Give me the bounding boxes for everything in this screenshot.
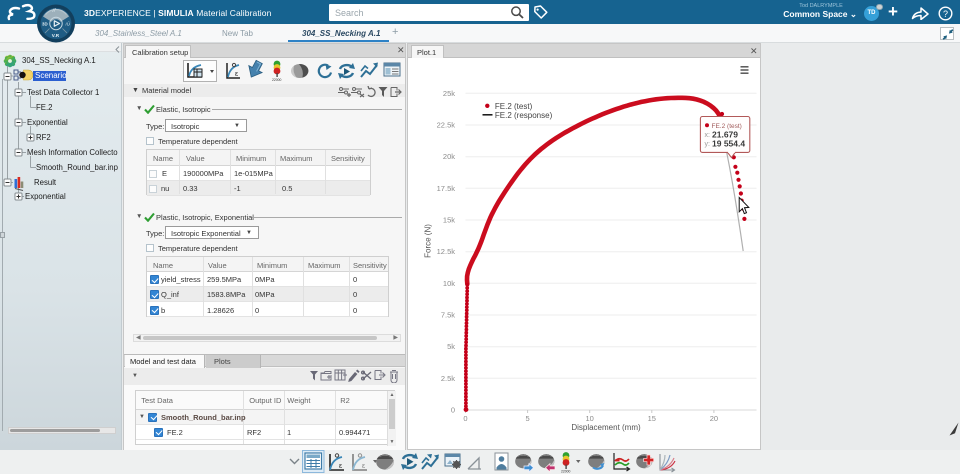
- svg-text:FE.2 (test): FE.2 (test): [495, 102, 533, 111]
- svg-text:7.5k: 7.5k: [441, 311, 455, 320]
- svg-text:22000: 22000: [272, 78, 282, 82]
- svg-text:?: ?: [943, 9, 948, 19]
- svg-text:FE.2 (response): FE.2 (response): [495, 111, 553, 120]
- svg-text:10k: 10k: [443, 279, 455, 288]
- svg-text:12.5k: 12.5k: [437, 247, 456, 256]
- svg-text:x:: x:: [705, 132, 711, 139]
- svg-text:5: 5: [526, 414, 530, 423]
- svg-text:19 554.4: 19 554.4: [712, 138, 745, 148]
- svg-text:V.R: V.R: [52, 33, 60, 38]
- svg-text:0: 0: [463, 414, 467, 423]
- svg-text:5k: 5k: [447, 342, 455, 351]
- svg-text:22.5k: 22.5k: [437, 121, 456, 130]
- svg-text:Displacement (mm): Displacement (mm): [571, 423, 641, 432]
- svg-text://: //: [52, 8, 57, 14]
- svg-text:iǓ: iǓ: [66, 20, 71, 27]
- svg-text:17.5k: 17.5k: [437, 184, 456, 193]
- svg-text:25k: 25k: [443, 89, 455, 98]
- svg-text:ε: ε: [235, 71, 238, 78]
- svg-text:20: 20: [710, 414, 718, 423]
- svg-text:2.5k: 2.5k: [441, 374, 455, 383]
- svg-text:y:: y:: [705, 141, 711, 148]
- svg-text:15: 15: [648, 414, 656, 423]
- svg-text:20k: 20k: [443, 152, 455, 161]
- svg-text:0: 0: [451, 406, 455, 415]
- svg-text:3D: 3D: [42, 21, 48, 26]
- svg-text:22000: 22000: [561, 470, 571, 474]
- svg-text:Force (N): Force (N): [424, 224, 433, 258]
- svg-text:15k: 15k: [443, 216, 455, 225]
- svg-text:10: 10: [586, 414, 594, 423]
